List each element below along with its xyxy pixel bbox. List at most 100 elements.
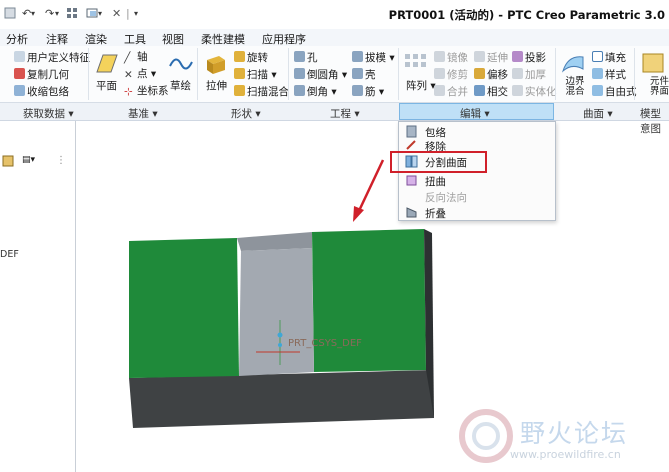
undo-icon[interactable]: ↶: [22, 7, 31, 21]
group-shapes[interactable]: 形状 ▾: [231, 106, 261, 121]
revolve-icon: [234, 51, 245, 62]
tab-tools[interactable]: 工具: [124, 31, 146, 47]
chamfer-icon: [294, 85, 305, 96]
model-slot-top: [237, 232, 312, 251]
revolve-label: 旋转: [247, 52, 268, 64]
group-surfaces[interactable]: 曲面 ▾: [583, 106, 613, 121]
sketch-label: 草绘: [170, 80, 191, 92]
watermark-url: www.proewildfire.cn: [510, 448, 621, 461]
rib-button[interactable]: 筋 ▾: [352, 85, 384, 99]
hole-button[interactable]: 孔: [294, 51, 318, 65]
intersect-button[interactable]: 相交: [474, 85, 508, 99]
fold-icon: [406, 207, 417, 218]
group-editing[interactable]: 编辑 ▾: [399, 103, 554, 120]
extend-button[interactable]: 延伸: [474, 51, 508, 65]
offset-button[interactable]: 偏移: [474, 68, 508, 82]
redo-icon[interactable]: ↷: [45, 7, 54, 21]
thicken-label: 加厚: [525, 69, 546, 81]
tab-render[interactable]: 渲染: [85, 31, 107, 47]
copy-geometry-button[interactable]: 复制几何: [14, 68, 69, 82]
project-label: 投影: [525, 52, 546, 64]
menu-item-flip-normal-label: 反向法向: [425, 192, 467, 204]
user-defined-feature-button[interactable]: 用户定义特征: [14, 51, 90, 65]
round-icon: [294, 68, 305, 79]
app-logo-icon[interactable]: [4, 7, 16, 21]
tab-applications[interactable]: 应用程序: [262, 31, 306, 47]
tree-settings-icon[interactable]: [2, 155, 14, 170]
sketch-icon: [169, 58, 193, 70]
ribbon-divider: [555, 48, 556, 100]
close-window-icon[interactable]: ✕: [112, 7, 121, 21]
extrude-icon: [207, 56, 225, 74]
tab-view[interactable]: 视图: [162, 31, 184, 47]
mirror-label: 镜像: [447, 52, 468, 64]
chamfer-button[interactable]: 倒角 ▾: [294, 85, 337, 99]
solidify-label: 实体化: [525, 86, 557, 98]
group-model-intent[interactable]: 模型意图: [640, 106, 669, 136]
axis-icon: ╱: [124, 52, 131, 64]
project-button[interactable]: 投影: [512, 51, 546, 65]
csys-button[interactable]: ⊹ 坐标系: [124, 85, 169, 98]
udf-icon: [14, 51, 25, 62]
window-title: PRT0001 (活动的) - PTC Creo Parametric 3.0: [388, 8, 665, 22]
style-button[interactable]: 样式: [592, 68, 626, 82]
tree-show-icon[interactable]: ⋮: [56, 155, 66, 166]
freestyle-label: 自由式: [605, 86, 637, 98]
draft-icon: [352, 51, 363, 62]
menu-item-fold[interactable]: 折叠: [401, 204, 553, 222]
tab-annotate[interactable]: 注释: [46, 31, 68, 47]
axis-button[interactable]: ╱ 轴: [124, 51, 148, 64]
merge-button[interactable]: 合并: [434, 85, 468, 99]
user-defined-feature-label: 用户定义特征: [27, 52, 90, 64]
swept-blend-button[interactable]: 扫描混合: [234, 85, 289, 99]
fill-button[interactable]: 填充: [592, 51, 626, 65]
sweep-label: 扫描: [247, 69, 268, 81]
plane-label: 平面: [96, 80, 117, 92]
undo-dropdown-icon[interactable]: ▾: [31, 7, 35, 21]
shrinkwrap-label: 收缩包络: [27, 86, 69, 98]
mirror-button[interactable]: 镜像: [434, 51, 468, 65]
ribbon: 用户定义特征 复制几何 收缩包络 平面 ╱ 轴 ✕ 点 ▾ ⊹ 坐标系 草绘 拉伸 旋…: [0, 46, 669, 103]
trim-label: 修剪: [447, 69, 468, 81]
chamfer-label: 倒角: [307, 86, 328, 98]
revolve-button[interactable]: 旋转: [234, 51, 268, 65]
toolbar-divider: |: [126, 7, 130, 20]
freestyle-icon: [592, 85, 603, 96]
csys-origin: [277, 332, 283, 338]
point-button[interactable]: ✕ 点 ▾: [124, 68, 156, 81]
shell-button[interactable]: 壳: [352, 68, 376, 82]
offset-label: 偏移: [487, 69, 508, 81]
group-engineering[interactable]: 工程 ▾: [330, 106, 360, 121]
model-tree-panel: ▤▾ ⋮ DEF: [0, 121, 76, 472]
merge-label: 合并: [447, 86, 468, 98]
solidify-icon: [512, 85, 523, 96]
shrinkwrap-button[interactable]: 收缩包络: [14, 85, 69, 99]
group-datum-label: 基准: [128, 108, 149, 120]
sweep-button[interactable]: 扫描 ▾: [234, 68, 277, 82]
draft-button[interactable]: 拔模 ▾: [352, 51, 395, 65]
regenerate-icon[interactable]: [66, 7, 78, 21]
model-right-block: [312, 229, 426, 372]
swept-blend-label: 扫描混合: [247, 86, 289, 98]
solidify-button[interactable]: 实体化: [512, 85, 557, 99]
tree-item-csys[interactable]: DEF: [0, 249, 19, 260]
windows-dropdown-icon[interactable]: ▾: [98, 7, 102, 21]
group-get-data[interactable]: 获取数据 ▾: [23, 106, 74, 121]
tab-analysis[interactable]: 分析: [6, 31, 28, 47]
freestyle-button[interactable]: 自由式: [592, 85, 637, 99]
group-datum[interactable]: 基准 ▾: [128, 106, 158, 121]
windows-icon[interactable]: [86, 7, 98, 21]
customize-toolbar-icon[interactable]: ▾: [134, 7, 138, 21]
thicken-button[interactable]: 加厚: [512, 68, 546, 82]
tree-filter-icon[interactable]: ▤▾: [22, 155, 35, 165]
redo-dropdown-icon[interactable]: ▾: [55, 7, 59, 21]
tab-flexible-modeling[interactable]: 柔性建模: [201, 31, 245, 47]
pattern-text: 阵列: [406, 80, 427, 92]
group-shapes-label: 形状: [231, 108, 252, 120]
watermark-text: 野火论坛: [520, 419, 629, 448]
group-editing-label: 编辑: [460, 108, 481, 120]
component-interface-icon: [642, 53, 664, 73]
trim-button[interactable]: 修剪: [434, 68, 468, 82]
round-button[interactable]: 倒圆角 ▾: [294, 68, 347, 82]
axis-label: 轴: [137, 51, 148, 63]
